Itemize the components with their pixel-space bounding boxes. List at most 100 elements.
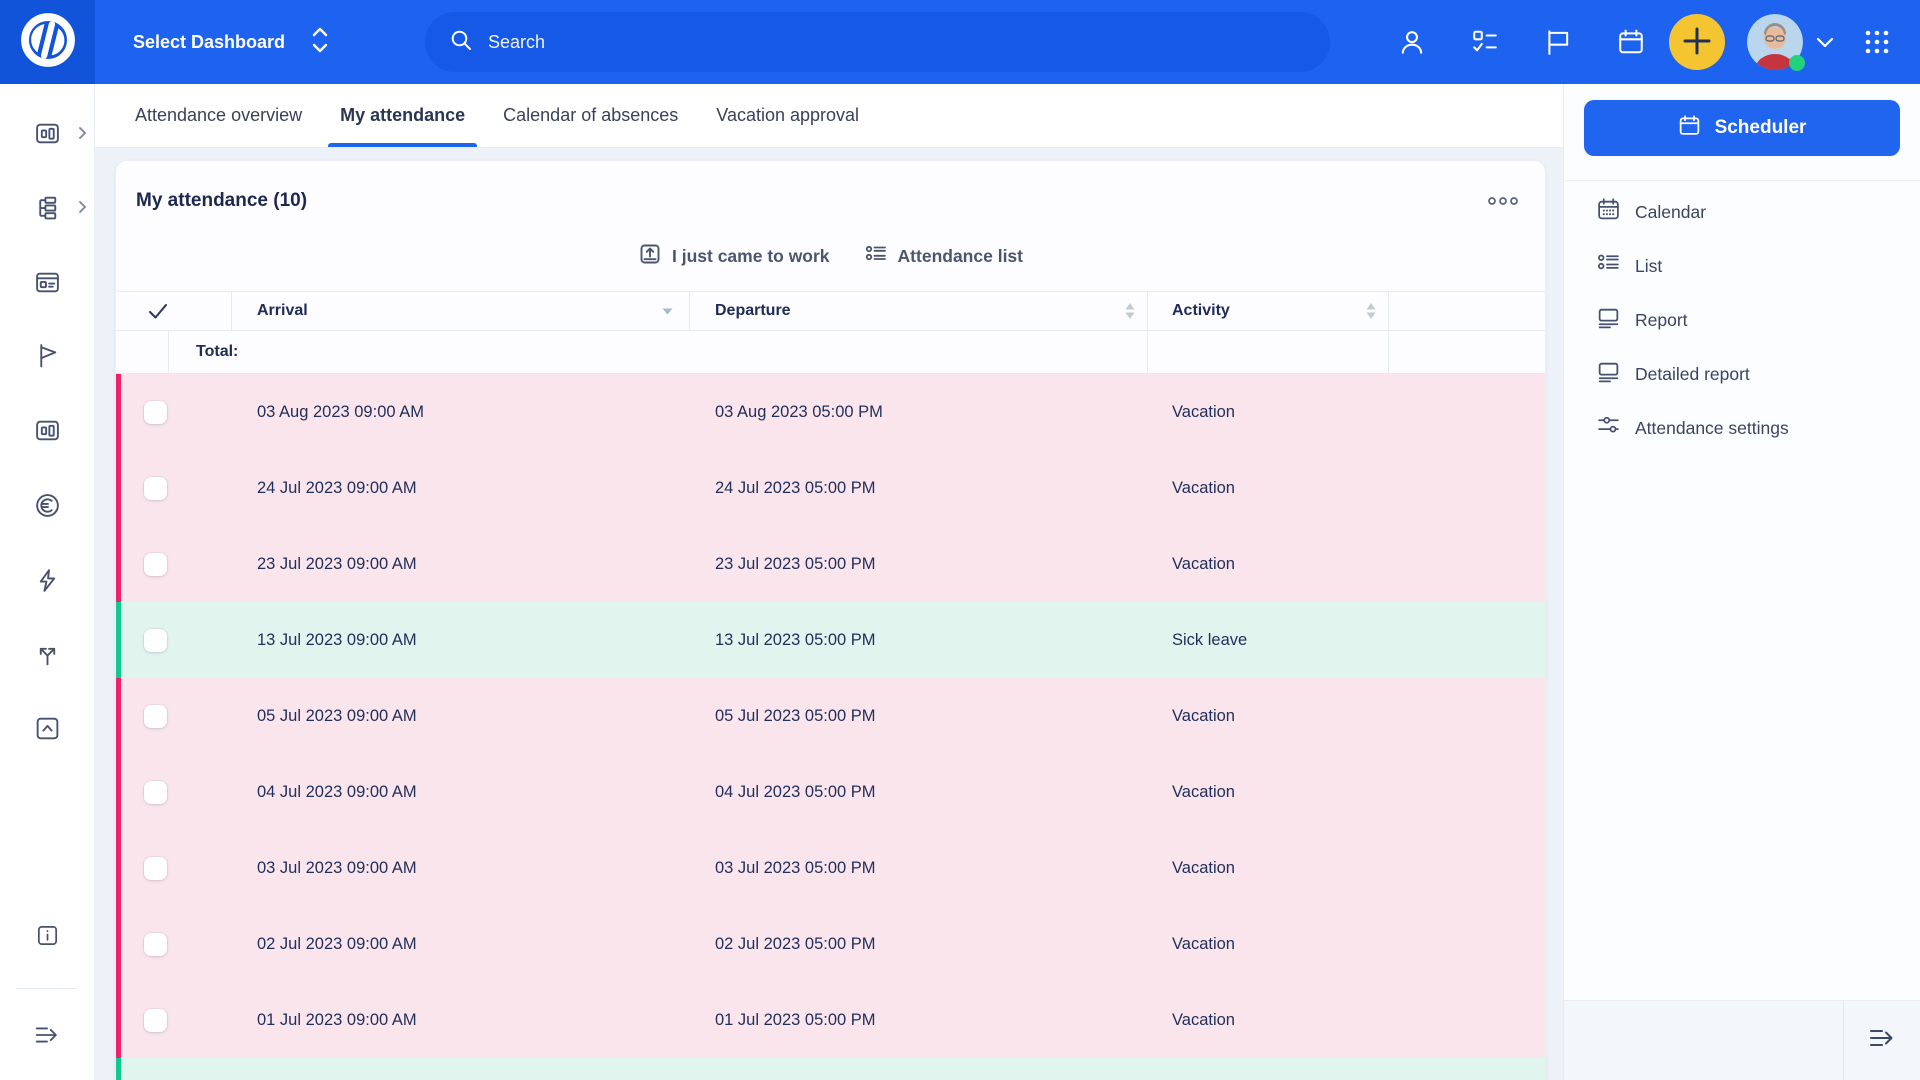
sidebar-info-icon[interactable]	[33, 921, 61, 949]
attendance-tabs: Attendance overview My attendance Calend…	[95, 84, 1563, 148]
cell-arrival: 05 Jul 2023 09:00 AM	[232, 678, 690, 754]
row-checkbox-cell	[116, 450, 232, 526]
cell-activity: Vacation	[1148, 830, 1389, 906]
search-input[interactable]: Search	[425, 12, 1330, 72]
menu-item-list[interactable]: List	[1564, 239, 1920, 293]
profile-icon[interactable]	[1392, 22, 1432, 62]
activity-sort-icon[interactable]	[1366, 303, 1376, 319]
logo-icon	[19, 11, 77, 74]
cell-arrival: 13 Jul 2023 09:00 AM	[232, 602, 690, 678]
menu-item-label: Calendar	[1635, 202, 1706, 223]
user-avatar[interactable]	[1747, 14, 1803, 70]
apps-grid-icon[interactable]	[1862, 27, 1892, 57]
menu-item-detailed-report[interactable]: Detailed report	[1564, 347, 1920, 401]
add-button[interactable]	[1669, 14, 1725, 70]
row-checkbox[interactable]	[144, 401, 167, 424]
table-row[interactable]: 04 Jul 2023 09:00 AM 04 Jul 2023 05:00 P…	[116, 754, 1545, 830]
sidebar-dashboard-icon[interactable]	[33, 119, 61, 147]
list-icon	[864, 242, 888, 271]
app-logo[interactable]	[0, 0, 95, 84]
sidebar-euro-finance-icon[interactable]	[33, 491, 61, 519]
row-checkbox[interactable]	[144, 781, 167, 804]
sidebar-expand-chevron-icon[interactable]	[78, 200, 87, 214]
table-row[interactable]: 05 Jul 2023 09:00 AM 05 Jul 2023 05:00 P…	[116, 678, 1545, 754]
sidebar-branch-split-icon[interactable]	[33, 640, 61, 668]
sidebar-structure-icon[interactable]	[33, 193, 61, 221]
sidebar-lightning-icon[interactable]	[33, 566, 61, 594]
sidebar-modules-icon[interactable]	[33, 416, 61, 444]
card-options-icon[interactable]	[1487, 195, 1519, 207]
scheduler-label: Scheduler	[1715, 117, 1807, 139]
menu-item-report[interactable]: Report	[1564, 293, 1920, 347]
cell-departure: 03 Aug 2023 05:00 PM	[690, 374, 1148, 450]
table-row[interactable]: 13 Jul 2023 09:00 AM 13 Jul 2023 05:00 P…	[116, 602, 1545, 678]
menu-item-calendar[interactable]: Calendar	[1564, 185, 1920, 239]
report-icon	[1596, 305, 1621, 335]
scheduler-menu: Calendar List Report	[1564, 181, 1920, 455]
plus-icon	[1683, 27, 1711, 58]
sidebar-collapse-icon[interactable]	[33, 1021, 61, 1049]
cell-activity: Vacation	[1148, 450, 1389, 526]
tab-calendar-of-absences[interactable]: Calendar of absences	[503, 84, 678, 147]
column-header-activity[interactable]: Activity	[1148, 292, 1389, 330]
footer-spacer	[1564, 1001, 1843, 1080]
main-content: My attendance (10) I just came to w	[95, 148, 1563, 1080]
menu-item-label: List	[1635, 256, 1662, 277]
select-all-check-icon[interactable]	[116, 292, 232, 330]
cell-extra	[1389, 602, 1545, 678]
flag-icon[interactable]	[1538, 22, 1578, 62]
cell-arrival: 23 Jul 2023 09:00 AM	[232, 526, 690, 602]
total-empty-cell	[1389, 331, 1545, 373]
sidebar-box-chevron-up-icon[interactable]	[33, 714, 61, 742]
sidebar-window-form-icon[interactable]	[33, 268, 61, 296]
calendar-icon[interactable]	[1611, 22, 1651, 62]
account-chevron-down-icon[interactable]	[1815, 35, 1835, 49]
row-checkbox[interactable]	[144, 857, 167, 880]
departure-sort-icon[interactable]	[1125, 303, 1135, 319]
column-header-arrival[interactable]: Arrival	[232, 292, 690, 330]
tab-attendance-overview[interactable]: Attendance overview	[135, 84, 302, 147]
table-row[interactable]: 03 Aug 2023 09:00 AM 03 Aug 2023 05:00 P…	[116, 374, 1545, 450]
total-activity-cell	[1148, 331, 1389, 373]
check-in-button[interactable]: I just came to work	[638, 242, 830, 271]
table-row[interactable]: 24 Jul 2023 09:00 AM 24 Jul 2023 05:00 P…	[116, 450, 1545, 526]
cell-extra	[1389, 906, 1545, 982]
panel-collapse-button[interactable]	[1843, 1001, 1920, 1080]
table-row[interactable]: 23 Jul 2023 09:00 AM 23 Jul 2023 05:00 P…	[116, 526, 1545, 602]
table-header-row: Arrival Departure	[116, 291, 1545, 331]
column-header-empty	[1389, 292, 1545, 330]
row-checkbox[interactable]	[144, 1009, 167, 1032]
cell-departure: 05 Jul 2023 05:00 PM	[690, 678, 1148, 754]
sidebar-divider	[16, 988, 78, 989]
row-checkbox[interactable]	[144, 477, 167, 500]
column-header-departure[interactable]: Departure	[690, 292, 1148, 330]
tasks-checklist-icon[interactable]	[1465, 22, 1505, 62]
row-checkbox[interactable]	[144, 933, 167, 956]
cell-arrival	[232, 1058, 690, 1080]
online-status-dot	[1789, 55, 1805, 71]
attendance-list-button[interactable]: Attendance list	[864, 242, 1023, 271]
menu-item-label: Report	[1635, 310, 1688, 331]
row-checkbox-cell	[116, 830, 232, 906]
row-checkbox-cell	[116, 678, 232, 754]
dashboard-selector[interactable]: Select Dashboard	[133, 0, 329, 84]
sidebar-expand-chevron-icon[interactable]	[78, 126, 87, 140]
table-row[interactable]: 03 Jul 2023 09:00 AM 03 Jul 2023 05:00 P…	[116, 830, 1545, 906]
row-checkbox[interactable]	[144, 705, 167, 728]
tab-my-attendance[interactable]: My attendance	[340, 84, 465, 147]
tab-vacation-approval[interactable]: Vacation approval	[716, 84, 859, 147]
sidebar-pennant-icon[interactable]	[33, 341, 61, 369]
card-header: My attendance (10)	[116, 161, 1545, 217]
menu-item-attendance-settings[interactable]: Attendance settings	[1564, 401, 1920, 455]
table-row[interactable]	[116, 1058, 1545, 1080]
table-row[interactable]: 02 Jul 2023 09:00 AM 02 Jul 2023 05:00 P…	[116, 906, 1545, 982]
row-checkbox[interactable]	[144, 629, 167, 652]
row-checkbox-cell	[116, 1058, 232, 1080]
arrival-filter-caret-icon[interactable]	[662, 308, 673, 315]
row-checkbox[interactable]	[144, 553, 167, 576]
table-row[interactable]: 01 Jul 2023 09:00 AM 01 Jul 2023 05:00 P…	[116, 982, 1545, 1058]
total-row-spacer	[116, 331, 169, 373]
scheduler-button[interactable]: Scheduler	[1584, 100, 1900, 156]
search-placeholder: Search	[488, 32, 545, 53]
card-actions: I just came to work Attendance list	[116, 237, 1545, 275]
